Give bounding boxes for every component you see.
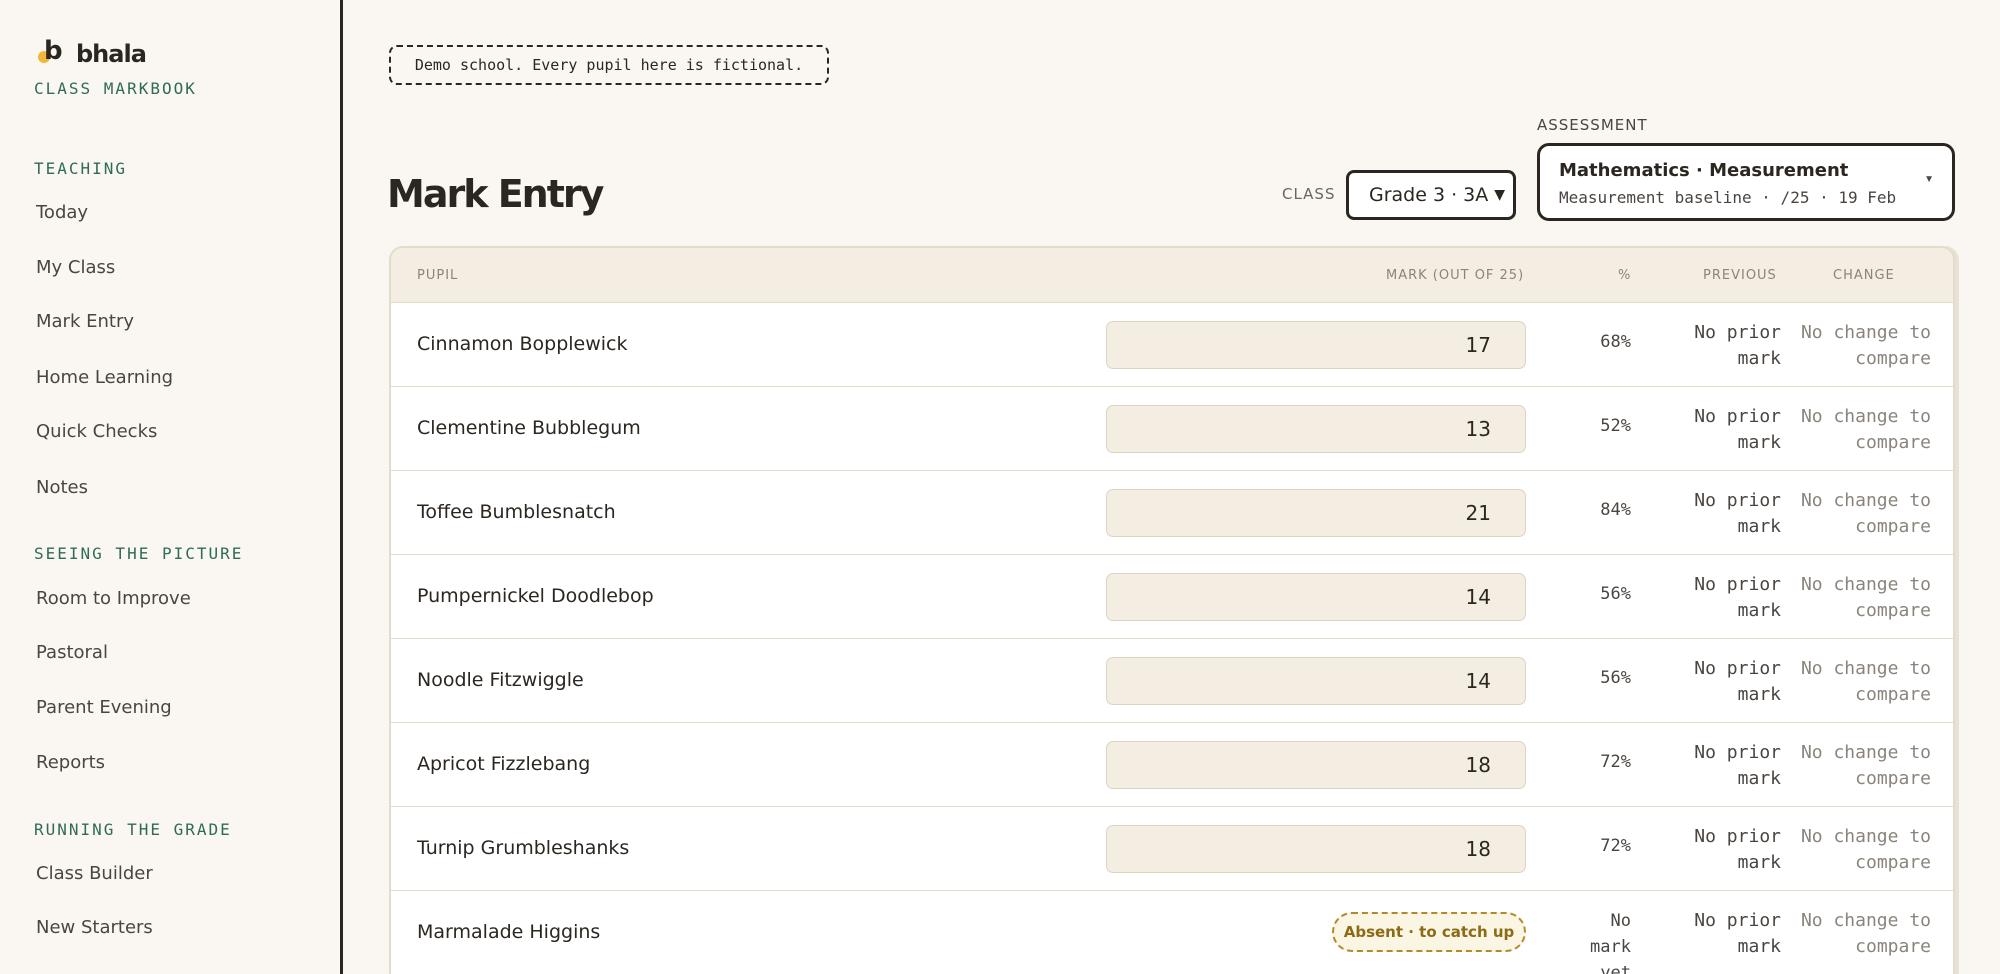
table-row: Marmalade Higgins Absent · to catch up N… [391,891,1953,974]
mark-input[interactable]: 21 [1106,489,1526,537]
table-row: Apricot Fizzlebang 18 72% No prior mark N… [391,723,1953,807]
mark-input[interactable]: 14 [1106,573,1526,621]
pupil-name: Turnip Grumbleshanks [417,837,630,859]
column-header-pupil: PUPIL [417,268,459,283]
sidebar-item-new-starters[interactable]: New Starters [36,917,153,938]
sidebar: b bhala CLASS MARKBOOK TEACHING Today My… [0,0,343,974]
sidebar-item-quick-checks[interactable]: Quick Checks [36,421,157,442]
bhala-logo-icon: b [36,36,68,68]
percent-value: 72% [1600,752,1631,772]
pupil-name: Marmalade Higgins [417,921,601,943]
page-title: Mark Entry [387,172,604,216]
sidebar-item-class-builder[interactable]: Class Builder [36,863,153,884]
absent-status-badge[interactable]: Absent · to catch up [1332,912,1526,952]
table-row: Pumpernickel Doodlebop 14 56% No prior ma… [391,555,1953,639]
column-header-previous: PREVIOUS [1703,268,1777,283]
mark-input[interactable]: 17 [1106,321,1526,369]
sidebar-item-notes[interactable]: Notes [36,477,88,498]
previous-mark: No prior mark [1694,742,1781,789]
pupil-name: Clementine Bubblegum [417,417,641,439]
table-row: Cinnamon Bopplewick 17 68% No prior mark … [391,303,1953,387]
sidebar-item-parent-evening[interactable]: Parent Evening [36,697,172,718]
sidebar-item-today[interactable]: Today [36,202,88,223]
column-header-change: CHANGE [1833,268,1895,283]
previous-mark: No prior mark [1694,658,1781,705]
change-value: No change to compare [1800,658,1931,705]
change-value: No change to compare [1800,910,1931,957]
previous-mark: No prior mark [1694,910,1781,957]
previous-mark: No prior mark [1694,490,1781,537]
change-value: No change to compare [1800,826,1931,873]
class-select-value: Grade 3 · 3A [1369,184,1489,206]
previous-mark: No prior mark [1694,322,1781,369]
nav-section-teaching: TEACHING [34,159,128,178]
assessment-label: ASSESSMENT [1537,116,1648,134]
mark-input[interactable]: 18 [1106,741,1526,789]
assessment-subtitle: Measurement baseline · /25 · 19 Feb [1559,188,1897,207]
column-header-percent: % [1618,268,1632,283]
percent-value: 68% [1600,332,1631,352]
sidebar-item-my-class[interactable]: My Class [36,257,115,278]
change-value: No change to compare [1800,574,1931,621]
pupil-name: Noodle Fitzwiggle [417,669,584,691]
pupil-name: Pumpernickel Doodlebop [417,585,654,607]
marks-table: PUPIL MARK (OUT OF 25) % PREVIOUS CHANGE… [389,246,1955,974]
previous-mark: No prior mark [1694,406,1781,453]
mark-input[interactable]: 14 [1106,657,1526,705]
table-row: Turnip Grumbleshanks 18 72% No prior mark… [391,807,1953,891]
mark-input[interactable]: 13 [1106,405,1526,453]
assessment-title: Mathematics · Measurement [1559,160,1849,181]
mark-input[interactable]: 18 [1106,825,1526,873]
previous-mark: No prior mark [1694,826,1781,873]
brand-name: bhala [76,40,147,68]
sidebar-item-pastoral[interactable]: Pastoral [36,642,108,663]
percent-value: 56% [1600,668,1631,688]
change-value: No change to compare [1800,406,1931,453]
pupil-name: Apricot Fizzlebang [417,753,591,775]
percent-value: 52% [1600,416,1631,436]
column-header-mark: MARK (OUT OF 25) [1386,268,1525,283]
change-value: No change to compare [1800,322,1931,369]
nav-section-seeing-the-picture: SEEING THE PICTURE [34,544,244,563]
class-filter-label: CLASS [1282,185,1336,203]
percent-value: No mark yet [1590,911,1631,974]
sidebar-item-mark-entry[interactable]: Mark Entry [36,311,134,332]
sidebar-item-room-to-improve[interactable]: Room to Improve [36,588,191,609]
sidebar-item-reports[interactable]: Reports [36,752,105,773]
pupil-name: Cinnamon Bopplewick [417,333,628,355]
sidebar-item-home-learning[interactable]: Home Learning [36,367,173,388]
percent-value: 84% [1600,500,1631,520]
pupil-name: Toffee Bumblesnatch [417,501,616,523]
chevron-down-icon: ▼ [1924,174,1934,185]
previous-mark: No prior mark [1694,574,1781,621]
class-select[interactable]: Grade 3 · 3A ▼ [1346,170,1516,220]
table-row: Noodle Fitzwiggle 14 56% No prior mark No… [391,639,1953,723]
chevron-down-icon: ▼ [1494,187,1505,203]
brand-subtitle: CLASS MARKBOOK [34,79,197,98]
brand-logo[interactable]: b bhala [36,36,147,68]
table-row: Toffee Bumblesnatch 21 84% No prior mark … [391,471,1953,555]
demo-banner: Demo school. Every pupil here is fiction… [389,45,829,85]
change-value: No change to compare [1800,742,1931,789]
assessment-select[interactable]: Mathematics · Measurement Measurement ba… [1537,143,1955,221]
change-value: No change to compare [1800,490,1931,537]
nav-section-running-the-grade: RUNNING THE GRADE [34,820,232,839]
percent-value: 56% [1600,584,1631,604]
table-row: Clementine Bubblegum 13 52% No prior mark… [391,387,1953,471]
table-header: PUPIL MARK (OUT OF 25) % PREVIOUS CHANGE [391,248,1953,303]
percent-value: 72% [1600,836,1631,856]
